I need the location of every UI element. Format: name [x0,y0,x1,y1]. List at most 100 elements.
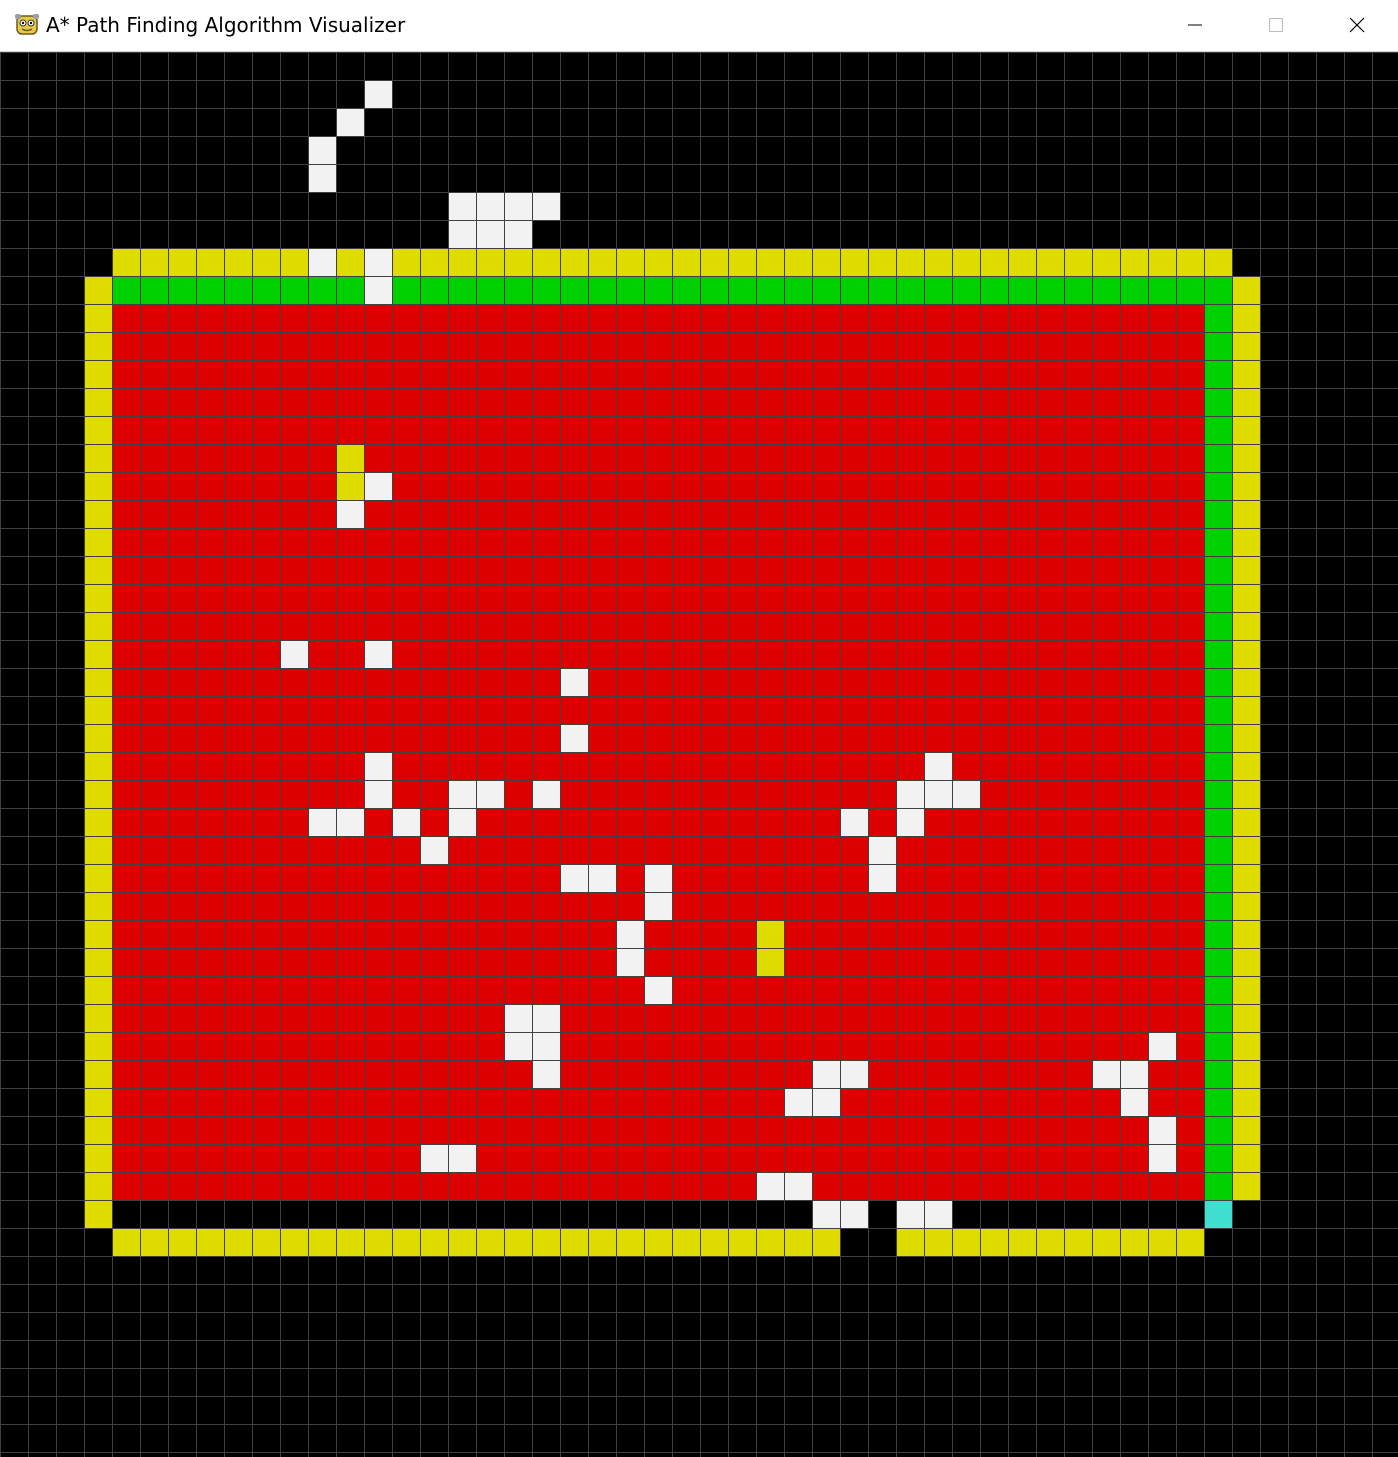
grid-cell-closed[interactable] [700,1088,728,1116]
grid-cell-closed[interactable] [168,1144,196,1172]
grid-cell-closed[interactable] [308,1088,336,1116]
grid-cell-barrier[interactable] [448,220,476,248]
grid-cell-closed[interactable] [644,332,672,360]
grid-cell-closed[interactable] [924,724,952,752]
grid-cell-closed[interactable] [756,752,784,780]
grid-cell-open[interactable] [392,248,420,276]
grid-cell-closed[interactable] [112,920,140,948]
grid-cell-closed[interactable] [924,836,952,864]
grid-cell-closed[interactable] [1008,584,1036,612]
grid-cell-closed[interactable] [868,528,896,556]
grid-cell-closed[interactable] [1036,444,1064,472]
grid-cell-barrier[interactable] [532,1060,560,1088]
grid-cell-closed[interactable] [896,668,924,696]
grid-cell-closed[interactable] [812,332,840,360]
grid-cell-closed[interactable] [1092,640,1120,668]
grid-cell-closed[interactable] [336,640,364,668]
grid-cell-closed[interactable] [588,1088,616,1116]
grid-cell-closed[interactable] [616,892,644,920]
grid-cell-closed[interactable] [980,528,1008,556]
grid-cell-open[interactable] [140,1228,168,1256]
grid-cell-closed[interactable] [532,556,560,584]
grid-cell-closed[interactable] [140,780,168,808]
grid-cell-closed[interactable] [1064,332,1092,360]
grid-cell-closed[interactable] [840,780,868,808]
grid-cell-closed[interactable] [924,1032,952,1060]
grid-cell-open[interactable] [84,304,112,332]
grid-cell-open[interactable] [336,248,364,276]
grid-cell-path[interactable] [1204,584,1232,612]
grid-cell-closed[interactable] [252,640,280,668]
grid-cell-closed[interactable] [924,1060,952,1088]
grid-cell-closed[interactable] [504,556,532,584]
grid-cell-open[interactable] [84,472,112,500]
grid-cell-closed[interactable] [812,696,840,724]
grid-cell-closed[interactable] [196,472,224,500]
grid-cell-path[interactable] [1204,892,1232,920]
grid-cell-open[interactable] [84,948,112,976]
grid-cell-closed[interactable] [308,472,336,500]
grid-cell-closed[interactable] [1008,360,1036,388]
grid-cell-closed[interactable] [728,1144,756,1172]
grid-cell-closed[interactable] [700,808,728,836]
grid-cell-closed[interactable] [896,696,924,724]
grid-cell-closed[interactable] [616,976,644,1004]
grid-cell-closed[interactable] [504,864,532,892]
grid-cell-closed[interactable] [588,500,616,528]
grid-cell-barrier[interactable] [476,192,504,220]
grid-cell-closed[interactable] [840,864,868,892]
grid-cell-closed[interactable] [756,528,784,556]
grid-cell-closed[interactable] [1064,304,1092,332]
grid-cell-open[interactable] [336,472,364,500]
grid-cell-closed[interactable] [1008,528,1036,556]
grid-cell-closed[interactable] [336,304,364,332]
grid-cell-closed[interactable] [560,836,588,864]
grid-cell-closed[interactable] [728,752,756,780]
grid-cell-closed[interactable] [1148,360,1176,388]
grid-cell-open[interactable] [84,388,112,416]
grid-cell-closed[interactable] [476,416,504,444]
grid-cell-closed[interactable] [812,1172,840,1200]
grid-cell-closed[interactable] [1176,920,1204,948]
grid-cell-closed[interactable] [1036,640,1064,668]
grid-cell-closed[interactable] [1008,724,1036,752]
grid-cell-barrier[interactable] [504,220,532,248]
grid-cell-closed[interactable] [924,584,952,612]
grid-cell-closed[interactable] [420,472,448,500]
grid-cell-closed[interactable] [224,500,252,528]
grid-cell-barrier[interactable] [616,920,644,948]
grid-cell-open[interactable] [1120,248,1148,276]
grid-cell-open[interactable] [364,1228,392,1256]
grid-cell-closed[interactable] [532,640,560,668]
grid-cell-closed[interactable] [896,1172,924,1200]
grid-cell-closed[interactable] [476,892,504,920]
grid-cell-closed[interactable] [840,836,868,864]
grid-cell-closed[interactable] [392,696,420,724]
grid-cell-closed[interactable] [504,304,532,332]
grid-cell-closed[interactable] [280,1116,308,1144]
grid-cell-closed[interactable] [672,640,700,668]
grid-cell-closed[interactable] [532,668,560,696]
grid-cell-closed[interactable] [700,1060,728,1088]
grid-cell-open[interactable] [812,1228,840,1256]
grid-cell-closed[interactable] [532,696,560,724]
grid-cell-closed[interactable] [280,668,308,696]
grid-cell-closed[interactable] [336,948,364,976]
grid-cell-closed[interactable] [700,416,728,444]
grid-cell-open[interactable] [84,1172,112,1200]
grid-cell-closed[interactable] [560,1060,588,1088]
grid-cell-closed[interactable] [644,472,672,500]
grid-cell-closed[interactable] [672,584,700,612]
grid-cell-closed[interactable] [336,556,364,584]
grid-cell-closed[interactable] [392,388,420,416]
grid-cell-closed[interactable] [616,332,644,360]
grid-cell-closed[interactable] [112,1116,140,1144]
grid-cell-closed[interactable] [728,500,756,528]
grid-cell-closed[interactable] [1008,500,1036,528]
grid-cell-closed[interactable] [896,472,924,500]
grid-cell-closed[interactable] [532,1088,560,1116]
grid-cell-closed[interactable] [364,528,392,556]
grid-cell-closed[interactable] [1176,780,1204,808]
grid-cell-closed[interactable] [1064,780,1092,808]
grid-cell-closed[interactable] [392,976,420,1004]
